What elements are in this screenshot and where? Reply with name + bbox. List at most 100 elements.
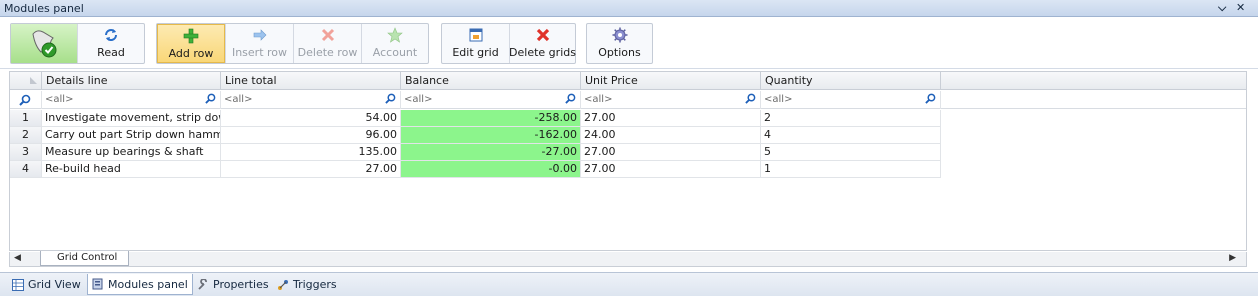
cell-line-total[interactable]: 27.00 — [221, 161, 401, 178]
tab-grid-view[interactable]: Grid View — [8, 274, 85, 295]
data-grid: Details line Line total Balance Unit Pri… — [9, 71, 1247, 251]
window-icon — [469, 28, 482, 42]
insert-row-button[interactable]: Insert row — [225, 24, 293, 63]
options-label: Options — [598, 46, 641, 59]
cell-line-total[interactable]: 96.00 — [221, 127, 401, 144]
cell-balance[interactable]: -258.00 — [401, 110, 581, 127]
tab-triggers[interactable]: Triggers — [273, 274, 341, 295]
cell-details[interactable]: Carry out part Strip down hammer ... — [42, 127, 221, 144]
cell-unit-price[interactable]: 27.00 — [581, 110, 761, 127]
search-icon — [19, 94, 31, 106]
table-row[interactable]: 3 Measure up bearings & shaft 135.00 -27… — [10, 144, 941, 161]
cell-unit-price[interactable]: 27.00 — [581, 161, 761, 178]
tab-triggers-label: Triggers — [293, 278, 337, 291]
tab-grid-control[interactable]: Grid Control — [40, 251, 129, 266]
cell-balance[interactable]: -162.00 — [401, 127, 581, 144]
table-row[interactable]: 4 Re-build head 27.00 -0.00 27.00 1 — [10, 161, 941, 178]
column-header-details[interactable]: Details line — [42, 72, 221, 90]
panel-title: Modules panel — [4, 1, 84, 15]
panel-title-bar: Modules panel ⌵ ✕ — [0, 0, 1258, 17]
column-header-line-total[interactable]: Line total — [221, 72, 401, 90]
cell-details[interactable]: Measure up bearings & shaft — [42, 144, 221, 161]
column-header-balance[interactable]: Balance — [401, 72, 581, 90]
cell-balance[interactable]: -27.00 — [401, 144, 581, 161]
tab-modules-panel-label: Modules panel — [108, 277, 188, 291]
account-label: Account — [372, 46, 418, 59]
gear-icon — [612, 27, 627, 43]
filter-balance[interactable]: <all> — [401, 91, 581, 109]
tab-modules-panel[interactable]: Modules panel — [87, 274, 193, 295]
row-number[interactable]: 2 — [10, 127, 42, 144]
column-header-unit-price[interactable]: Unit Price — [581, 72, 761, 90]
validate-button[interactable] — [11, 24, 77, 63]
tab-properties[interactable]: Properties — [193, 274, 273, 295]
filter-quantity[interactable]: <all> — [761, 91, 941, 109]
cell-balance[interactable]: -0.00 — [401, 161, 581, 178]
cell-line-total[interactable]: 135.00 — [221, 144, 401, 161]
arrow-right-icon — [253, 29, 266, 41]
insert-row-label: Insert row — [231, 46, 288, 59]
column-header-quantity[interactable]: Quantity — [761, 72, 941, 90]
filter-unit-price[interactable]: <all> — [581, 91, 761, 109]
add-row-button[interactable]: Add row — [157, 24, 225, 63]
cell-quantity[interactable]: 4 — [761, 127, 941, 144]
search-icon[interactable] — [205, 93, 216, 104]
search-icon[interactable] — [745, 93, 756, 104]
cell-quantity[interactable]: 1 — [761, 161, 941, 178]
pin-icon[interactable]: ⌵ — [1218, 1, 1226, 15]
cell-quantity[interactable]: 5 — [761, 144, 941, 161]
grid-corner[interactable] — [10, 72, 42, 90]
edit-grid-label: Edit grid — [452, 46, 499, 59]
search-icon[interactable] — [385, 93, 396, 104]
cell-unit-price[interactable]: 24.00 — [581, 127, 761, 144]
toolbar-group-grids: Edit grid Delete grids — [441, 23, 576, 64]
filter-line-total[interactable]: <all> — [221, 91, 401, 109]
scroll-left-icon[interactable]: ◀ — [14, 253, 21, 263]
tab-properties-label: Properties — [213, 278, 269, 291]
validate-scroll-icon — [32, 30, 57, 58]
filter-row: <all> <all> <all> <all> <all> — [10, 91, 1246, 109]
read-label: Read — [97, 46, 125, 59]
toolbar-group-rows: Add row Insert row Delete row Account — [156, 23, 429, 64]
delete-row-label: Delete row — [297, 46, 358, 59]
toolbar-group-main: Read — [10, 23, 145, 64]
row-number[interactable]: 1 — [10, 110, 42, 127]
cell-details[interactable]: Re-build head — [42, 161, 221, 178]
toolbar-group-options: Options — [586, 23, 653, 64]
plus-icon — [183, 28, 199, 44]
cell-line-total[interactable]: 54.00 — [221, 110, 401, 127]
wrench-icon — [198, 278, 207, 290]
search-icon[interactable] — [565, 93, 576, 104]
filter-unit-price-value: <all> — [584, 94, 613, 105]
tab-grid-view-label: Grid View — [28, 278, 81, 291]
trigger-icon — [278, 279, 288, 290]
scroll-right-icon[interactable]: ▶ — [1229, 253, 1236, 263]
refresh-icon — [105, 29, 117, 41]
account-button[interactable]: Account — [361, 24, 428, 63]
table-row[interactable]: 1 Investigate movement, strip down ... 5… — [10, 110, 941, 127]
cell-details[interactable]: Investigate movement, strip down ... — [42, 110, 221, 127]
search-icon[interactable] — [925, 93, 936, 104]
cell-unit-price[interactable]: 27.00 — [581, 144, 761, 161]
grid-tab-strip: ◀ Grid Control ▶ — [9, 251, 1247, 267]
toolbar: Read Add row Insert row Delete row Accou… — [0, 17, 1258, 69]
filter-details[interactable]: <all> — [42, 91, 221, 109]
delete-grids-label: Delete grids — [509, 46, 576, 59]
close-icon[interactable]: ✕ — [1236, 1, 1245, 14]
filter-line-total-value: <all> — [224, 94, 253, 105]
table-row[interactable]: 2 Carry out part Strip down hammer ... 9… — [10, 127, 941, 144]
options-button[interactable]: Options — [587, 24, 652, 63]
red-x-icon — [536, 28, 549, 42]
modules-icon — [92, 278, 103, 290]
read-button[interactable]: Read — [77, 24, 144, 63]
bottom-panel-tabs: Grid View Modules panel Properties Trigg… — [0, 272, 1258, 296]
row-number[interactable]: 3 — [10, 144, 42, 161]
edit-grid-button[interactable]: Edit grid — [442, 24, 509, 63]
cell-quantity[interactable]: 2 — [761, 110, 941, 127]
grid-view-icon — [12, 278, 24, 291]
delete-row-button[interactable]: Delete row — [293, 24, 361, 63]
filter-quantity-value: <all> — [764, 94, 793, 105]
star-icon — [387, 27, 403, 43]
row-number[interactable]: 4 — [10, 161, 42, 178]
delete-grids-button[interactable]: Delete grids — [509, 24, 576, 63]
